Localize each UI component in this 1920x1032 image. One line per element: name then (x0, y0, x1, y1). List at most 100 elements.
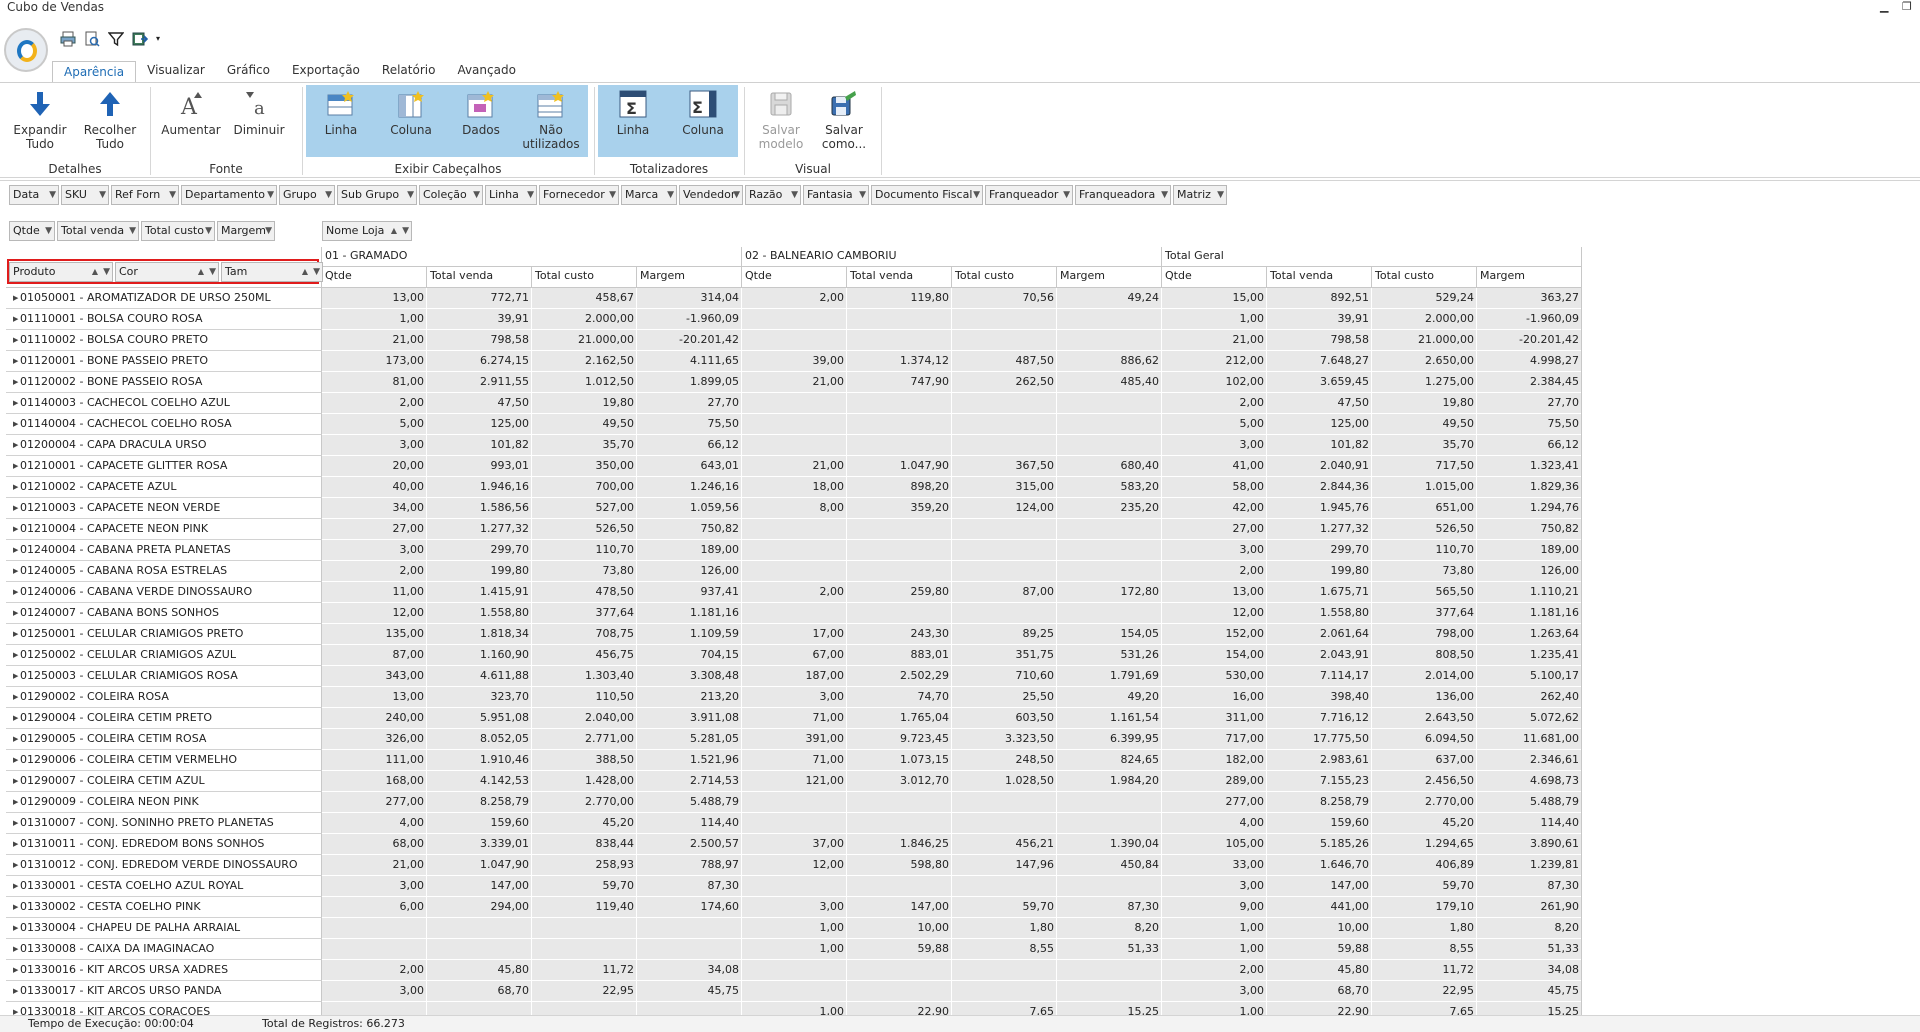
table-cell[interactable]: 27,70 (1477, 393, 1581, 414)
table-cell[interactable]: 458,67 (532, 288, 637, 309)
expand-row-icon[interactable]: ▶ (13, 603, 18, 623)
table-cell[interactable] (742, 876, 847, 897)
table-cell[interactable]: 45,80 (1267, 960, 1372, 981)
table-cell[interactable]: 17,00 (742, 624, 847, 645)
table-cell[interactable]: 3.911,08 (637, 708, 742, 729)
table-cell[interactable]: 530,00 (1162, 666, 1267, 687)
table-cell[interactable]: 3.012,70 (847, 771, 952, 792)
table-cell[interactable]: 289,00 (1162, 771, 1267, 792)
save-model-button[interactable]: Salvar modelo (748, 89, 814, 151)
table-cell[interactable]: 2.456,50 (1372, 771, 1477, 792)
row-label[interactable]: ▶ 01110001 - BOLSA COURO ROSA (6, 309, 322, 330)
table-cell[interactable] (322, 939, 427, 960)
table-cell[interactable]: 11,72 (1372, 960, 1477, 981)
expand-row-icon[interactable]: ▶ (13, 393, 18, 413)
table-cell[interactable]: 294,00 (427, 897, 532, 918)
expand-row-icon[interactable]: ▶ (13, 708, 18, 728)
table-cell[interactable]: 19,80 (1372, 393, 1477, 414)
table-cell[interactable]: 1.073,15 (847, 750, 952, 771)
table-cell[interactable]: 637,00 (1372, 750, 1477, 771)
preview-icon[interactable] (84, 31, 100, 47)
table-cell[interactable]: 49,50 (1372, 414, 1477, 435)
filter-dropdown-icon[interactable]: ▼ (1161, 186, 1168, 204)
table-cell[interactable] (532, 939, 637, 960)
expand-row-icon[interactable]: ▶ (13, 729, 18, 749)
table-cell[interactable]: 105,00 (1162, 834, 1267, 855)
table-cell[interactable]: 27,00 (1162, 519, 1267, 540)
table-cell[interactable]: 136,00 (1372, 687, 1477, 708)
expand-row-icon[interactable]: ▶ (13, 771, 18, 791)
table-cell[interactable] (742, 519, 847, 540)
table-cell[interactable]: 87,30 (1057, 897, 1162, 918)
expand-row-icon[interactable]: ▶ (13, 750, 18, 770)
table-cell[interactable]: 326,00 (322, 729, 427, 750)
table-cell[interactable]: 747,90 (847, 372, 952, 393)
show-unused-header-button[interactable]: Não utilizados (518, 89, 584, 151)
table-cell[interactable]: 13,00 (322, 288, 427, 309)
tab-exportacao[interactable]: Exportação (281, 60, 371, 82)
table-cell[interactable] (847, 603, 952, 624)
table-cell[interactable]: 2.061,64 (1267, 624, 1372, 645)
table-cell[interactable] (742, 981, 847, 1002)
table-cell[interactable]: 101,82 (1267, 435, 1372, 456)
table-cell[interactable]: 18,00 (742, 477, 847, 498)
expand-row-icon[interactable]: ▶ (13, 876, 18, 896)
table-cell[interactable]: 377,64 (1372, 603, 1477, 624)
expand-row-icon[interactable]: ▶ (13, 1002, 18, 1015)
row-label[interactable]: ▶ 01290006 - COLEIRA CETIM VERMELHO (6, 750, 322, 771)
table-cell[interactable]: 66,12 (1477, 435, 1581, 456)
table-cell[interactable]: 34,00 (322, 498, 427, 519)
table-cell[interactable]: 9,00 (1162, 897, 1267, 918)
table-cell[interactable] (1057, 540, 1162, 561)
table-cell[interactable]: 1,00 (1162, 939, 1267, 960)
table-cell[interactable]: 299,70 (427, 540, 532, 561)
tab-visualizar[interactable]: Visualizar (136, 60, 216, 82)
table-cell[interactable]: 59,88 (1267, 939, 1372, 960)
table-cell[interactable]: 11,00 (322, 582, 427, 603)
table-cell[interactable]: 710,60 (952, 666, 1057, 687)
table-cell[interactable] (427, 1002, 532, 1015)
table-cell[interactable]: 20,00 (322, 456, 427, 477)
table-cell[interactable]: 2.643,50 (1372, 708, 1477, 729)
table-cell[interactable]: 277,00 (322, 792, 427, 813)
total-row-button[interactable]: Σ Linha (600, 89, 666, 137)
expand-row-icon[interactable]: ▶ (13, 960, 18, 980)
table-cell[interactable]: 73,80 (532, 561, 637, 582)
table-cell[interactable]: 189,00 (1477, 540, 1581, 561)
table-cell[interactable] (952, 309, 1057, 330)
table-cell[interactable]: 1.294,65 (1372, 834, 1477, 855)
table-cell[interactable]: 39,00 (742, 351, 847, 372)
filter-field-6[interactable]: Coleção ▼ (419, 185, 483, 205)
table-cell[interactable]: 49,24 (1057, 288, 1162, 309)
row-label[interactable]: ▶ 01120002 - BONE PASSEIO ROSA (6, 372, 322, 393)
table-cell[interactable]: 45,20 (532, 813, 637, 834)
measure-header-1-2[interactable]: Total custo (952, 267, 1057, 288)
row-label[interactable]: ▶ 01050001 - AROMATIZADOR DE URSO 250ML (6, 288, 322, 309)
filter-dropdown-icon[interactable]: ▼ (1217, 186, 1224, 204)
table-cell[interactable]: 35,70 (532, 435, 637, 456)
table-cell[interactable]: 74,70 (847, 687, 952, 708)
table-cell[interactable]: 2.040,00 (532, 708, 637, 729)
table-cell[interactable]: 351,75 (952, 645, 1057, 666)
table-cell[interactable]: 147,00 (1267, 876, 1372, 897)
row-label[interactable]: ▶ 01110002 - BOLSA COURO PRETO (6, 330, 322, 351)
column-field-nome-loja[interactable]: Nome Loja ▲ ▼ (322, 221, 412, 241)
table-cell[interactable]: 487,50 (952, 351, 1057, 372)
filter-field-2[interactable]: Ref Forn ▼ (111, 185, 179, 205)
table-cell[interactable] (322, 918, 427, 939)
table-cell[interactable]: 798,58 (1267, 330, 1372, 351)
table-cell[interactable] (742, 540, 847, 561)
expand-row-icon[interactable]: ▶ (13, 918, 18, 938)
table-cell[interactable] (742, 393, 847, 414)
table-cell[interactable] (742, 813, 847, 834)
table-cell[interactable]: 1.160,90 (427, 645, 532, 666)
table-cell[interactable]: 937,41 (637, 582, 742, 603)
table-cell[interactable]: 51,33 (1057, 939, 1162, 960)
table-cell[interactable]: 450,84 (1057, 855, 1162, 876)
table-cell[interactable]: 5.951,08 (427, 708, 532, 729)
table-cell[interactable]: 21.000,00 (532, 330, 637, 351)
table-cell[interactable]: 174,60 (637, 897, 742, 918)
table-cell[interactable]: 323,70 (427, 687, 532, 708)
table-cell[interactable]: 4,00 (1162, 813, 1267, 834)
table-cell[interactable]: 1,00 (1162, 918, 1267, 939)
